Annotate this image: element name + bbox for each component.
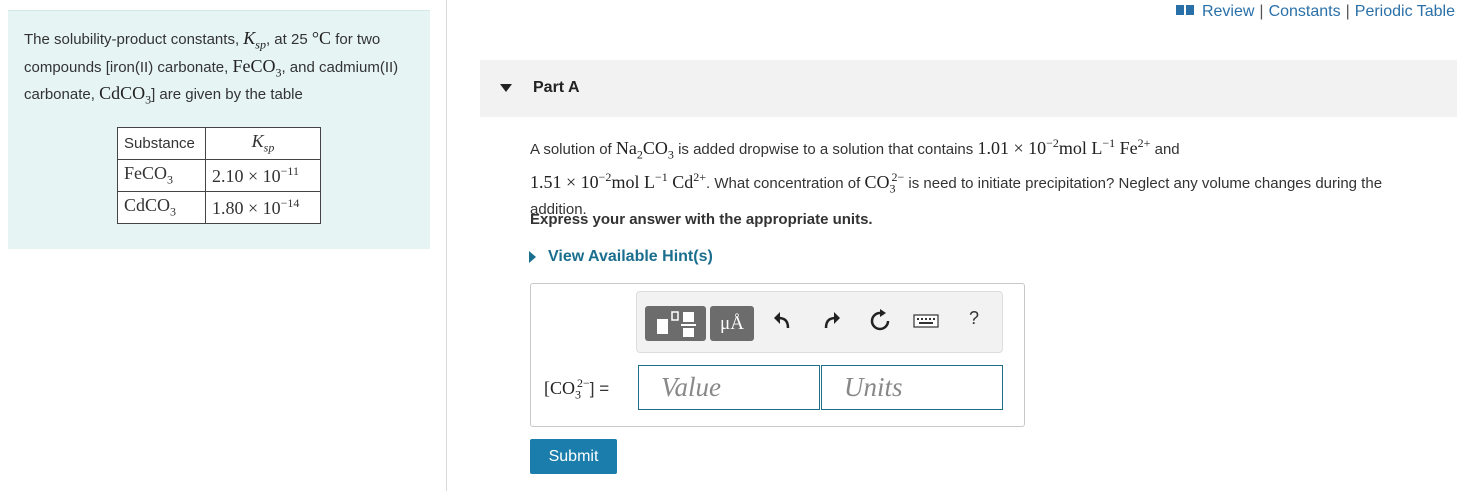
part-a-header[interactable]: Part A — [480, 60, 1457, 117]
answer-box: μÅ ? [CO32−] = Value Units — [530, 283, 1025, 427]
substance-cell: FeCO3 — [117, 159, 206, 192]
panel-divider — [446, 0, 447, 491]
ksp-cell: 1.80 × 10−14 — [205, 191, 321, 224]
redo-icon[interactable] — [820, 310, 842, 336]
help-button[interactable]: ? — [969, 308, 979, 329]
answer-label: [CO32−] = — [544, 376, 610, 402]
undo-icon[interactable] — [772, 310, 794, 336]
templates-button[interactable] — [645, 306, 706, 341]
question-text: A solution of Na2CO3 is added dropwise t… — [530, 136, 1383, 219]
expand-triangle-icon — [529, 251, 536, 263]
periodic-table-link[interactable]: Periodic Table — [1355, 3, 1455, 21]
carbonate-ion: CO32− — [864, 169, 905, 196]
fe-concentration: 1.01 × 10−2mol L−1 Fe2+ — [977, 136, 1151, 158]
formula-na2co3: Na2CO3 — [615, 138, 674, 162]
part-title: Part A — [533, 79, 580, 96]
constants-link[interactable]: Constants — [1269, 3, 1341, 21]
units-input[interactable]: Units — [821, 365, 1003, 410]
ksp-symbol: Ksp — [243, 28, 266, 52]
table-row: FeCO3 2.10 × 10−11 — [117, 159, 321, 192]
table-header-row: Substance Ksp — [117, 127, 321, 160]
keyboard-icon[interactable] — [913, 314, 939, 332]
column-header-substance: Substance — [117, 127, 206, 160]
collapse-caret-icon[interactable] — [500, 84, 512, 92]
column-header-ksp: Ksp — [205, 127, 321, 160]
ksp-table: Substance Ksp FeCO3 2.10 × 10−11 CdCO3 1… — [117, 127, 321, 224]
book-icon — [1175, 3, 1194, 21]
submit-button[interactable]: Submit — [530, 439, 617, 474]
templates-icon — [657, 311, 696, 337]
resource-links: Review | Constants | Periodic Table — [1175, 3, 1455, 21]
separator: | — [1345, 3, 1350, 20]
review-link[interactable]: Review — [1202, 3, 1254, 21]
compound-cdco3: CdCO3 — [99, 83, 152, 107]
table-row: CdCO3 1.80 × 10−14 — [117, 191, 321, 224]
reset-icon[interactable] — [868, 309, 892, 337]
problem-intro: The solubility-product constants, Ksp, a… — [24, 28, 399, 107]
compound-feco3: FeCO3 — [232, 55, 282, 80]
substance-cell: CdCO3 — [117, 191, 206, 224]
value-input[interactable]: Value — [638, 365, 820, 410]
separator: | — [1259, 3, 1264, 20]
problem-info-panel: The solubility-product constants, Ksp, a… — [8, 10, 430, 249]
view-hints-link[interactable]: View Available Hint(s) — [529, 248, 713, 266]
cd-concentration: 1.51 × 10−2mol L−1 Cd2+ — [530, 169, 707, 192]
math-toolbar: μÅ ? — [636, 291, 1003, 353]
ksp-cell: 2.10 × 10−11 — [205, 159, 321, 192]
units-button[interactable]: μÅ — [710, 306, 754, 341]
answer-instruction: Express your answer with the appropriate… — [530, 211, 873, 228]
